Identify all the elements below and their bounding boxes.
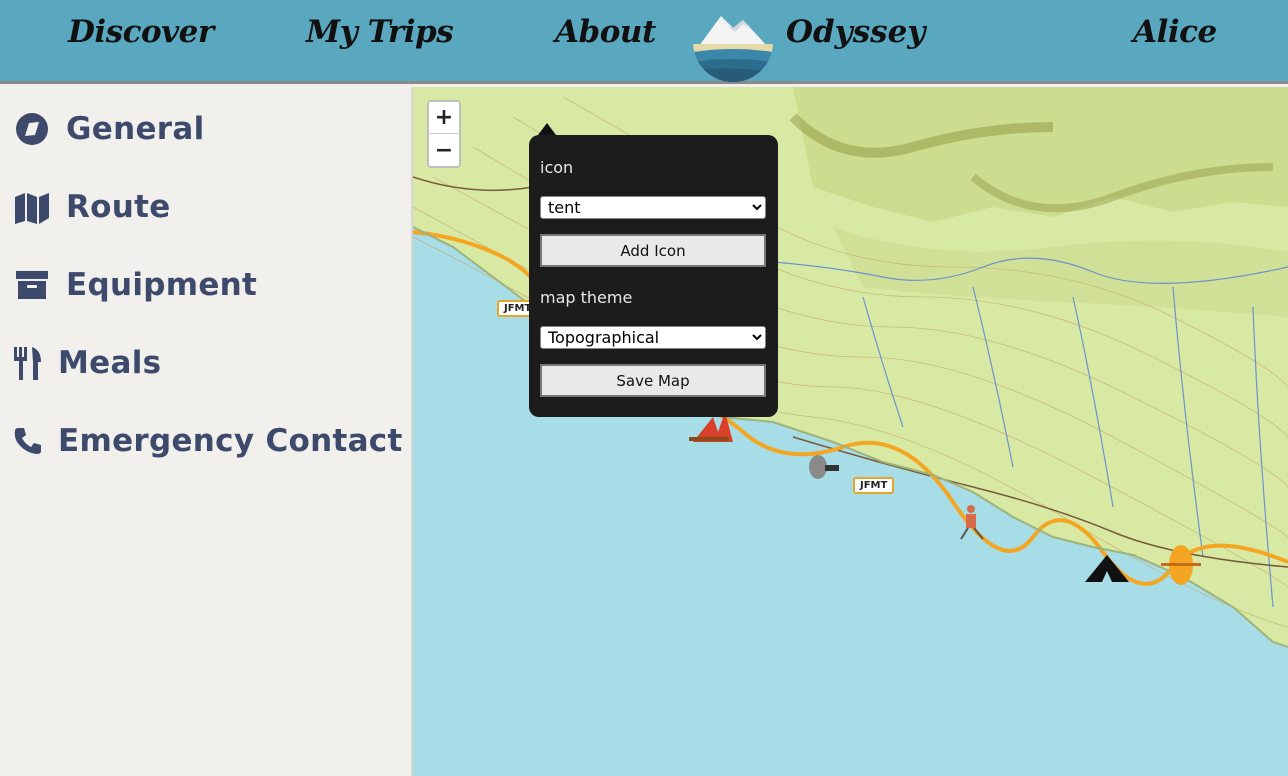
add-icon-button[interactable]: Add Icon: [540, 234, 766, 267]
nav-discover-link[interactable]: Discover: [68, 14, 214, 50]
sidebar-item-label: Route: [66, 189, 171, 225]
map-icon: [14, 189, 50, 225]
trail-shield-label: JFMT: [853, 477, 895, 494]
odyssey-logo[interactable]: [693, 2, 773, 82]
icon-select[interactable]: tent: [540, 196, 766, 219]
map-theme-label: map theme: [540, 288, 633, 307]
sidebar-item-emergency-contact[interactable]: Emergency Contact: [14, 416, 403, 466]
utensils-icon: [14, 345, 42, 381]
map-options-panel: icon tent Add Icon map theme Topographic…: [529, 135, 778, 417]
archive-box-icon: [14, 267, 50, 303]
map-theme-select[interactable]: Topographical: [540, 326, 766, 349]
zoom-in-button[interactable]: +: [429, 102, 459, 134]
sidebar-item-label: Equipment: [66, 267, 258, 303]
user-menu-link[interactable]: Alice: [1133, 14, 1217, 50]
compass-icon: [14, 111, 50, 147]
sidebar-item-equipment[interactable]: Equipment: [14, 260, 257, 310]
icon-label: icon: [540, 158, 574, 177]
phone-icon: [14, 423, 42, 459]
sidebar-item-label: Meals: [58, 345, 162, 381]
nav-about-link[interactable]: About: [555, 14, 656, 50]
sidebar-item-general[interactable]: General: [14, 104, 205, 154]
zoom-control: + −: [427, 100, 461, 168]
top-navbar: Discover My Trips About Odyssey Alice: [0, 0, 1288, 84]
brand-name[interactable]: Odyssey: [786, 14, 925, 50]
trip-sidebar: General Route Equipment Meals Emergency …: [0, 87, 413, 776]
save-map-button[interactable]: Save Map: [540, 364, 766, 397]
sidebar-item-label: Emergency Contact: [58, 423, 403, 459]
zoom-out-button[interactable]: −: [429, 134, 459, 166]
trip-map[interactable]: JFMT JFMT + − icon tent Add Icon map the…: [413, 87, 1288, 776]
nav-my-trips-link[interactable]: My Trips: [306, 14, 454, 50]
sidebar-item-meals[interactable]: Meals: [14, 338, 161, 388]
sidebar-item-label: General: [66, 111, 205, 147]
sidebar-item-route[interactable]: Route: [14, 182, 171, 232]
